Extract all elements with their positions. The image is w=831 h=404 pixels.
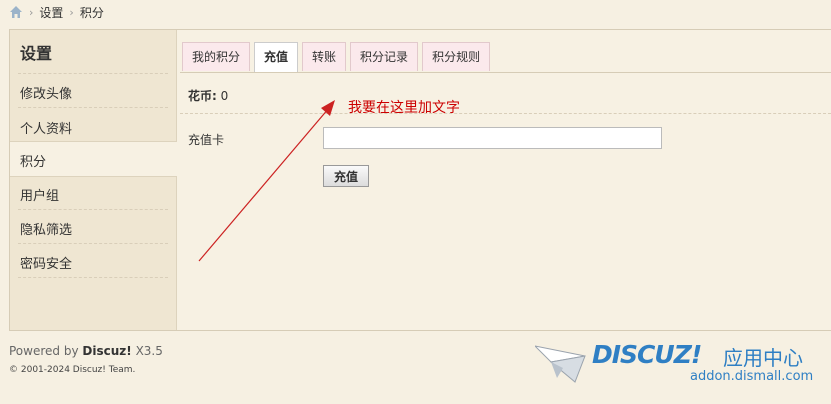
footer-copyright: © 2001-2024 Discuz! Team. <box>9 365 136 375</box>
powered-brand[interactable]: Discuz! <box>82 344 131 358</box>
powered-prefix: Powered by <box>9 344 79 358</box>
arrow-line <box>198 107 330 262</box>
logo-cn-text[interactable]: 应用中心 <box>723 342 803 371</box>
arrow-head <box>321 100 335 116</box>
logo-brand[interactable]: DISCUZ! <box>592 340 702 369</box>
powered-version: X3.5 <box>135 344 163 358</box>
footer-powered: Powered by Discuz! X3.5 <box>9 344 163 358</box>
logo-url[interactable]: addon.dismall.com <box>690 369 813 384</box>
